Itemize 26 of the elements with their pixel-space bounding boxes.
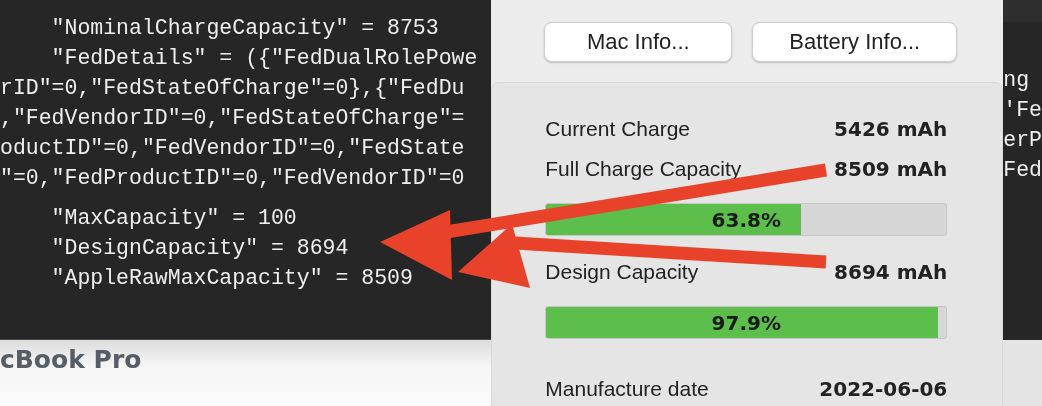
field-label: Manufacture date xyxy=(545,377,709,401)
terminal-line: "DesignCapacity" = 8694 xyxy=(50,235,350,262)
terminal-line: "FedDetails" = ({"FedDualRolePowe xyxy=(50,45,479,72)
field-label: Full Charge Capacity xyxy=(545,157,742,181)
info-button[interactable]: Mac Info... xyxy=(544,22,733,62)
field-value: 8694 mAh xyxy=(833,260,948,284)
terminal-line: "AppleRawMaxCapacity" = 8509 xyxy=(50,265,414,292)
progress-reading: 63.8% xyxy=(711,207,781,232)
terminal-line: rID"=0,"FedStateOfCharge"=0},{"FedDu xyxy=(0,75,466,102)
terminal-line: Fed xyxy=(1003,157,1042,184)
terminal-line: 'Fe xyxy=(1003,97,1042,124)
progress-reading: 97.9% xyxy=(711,310,781,335)
field-value: 8509 mAh xyxy=(833,157,948,181)
terminal-line: oductID"=0,"FedVendorID"=0,"FedState xyxy=(0,135,466,162)
terminal-line: ng xyxy=(1003,67,1031,94)
field-label: Current Charge xyxy=(545,117,690,141)
field-value: 5426 mAh xyxy=(833,117,948,141)
window-title: cBook Pro xyxy=(0,345,142,374)
field-value: 2022-06-06 xyxy=(818,377,948,401)
terminal-line: "=0,"FedProductID"=0,"FedVendorID"=0 xyxy=(0,165,466,192)
terminal-line: "NominalChargeCapacity" = 8753 xyxy=(50,15,440,42)
info-button[interactable]: Battery Info... xyxy=(752,22,958,62)
terminal-line: erP xyxy=(1003,127,1042,154)
terminal-line: "MaxCapacity" = 100 xyxy=(50,205,298,232)
field-label: Design Capacity xyxy=(545,260,699,284)
terminal-line: ,"FedVendorID"=0,"FedStateOfCharge"= xyxy=(0,105,466,132)
